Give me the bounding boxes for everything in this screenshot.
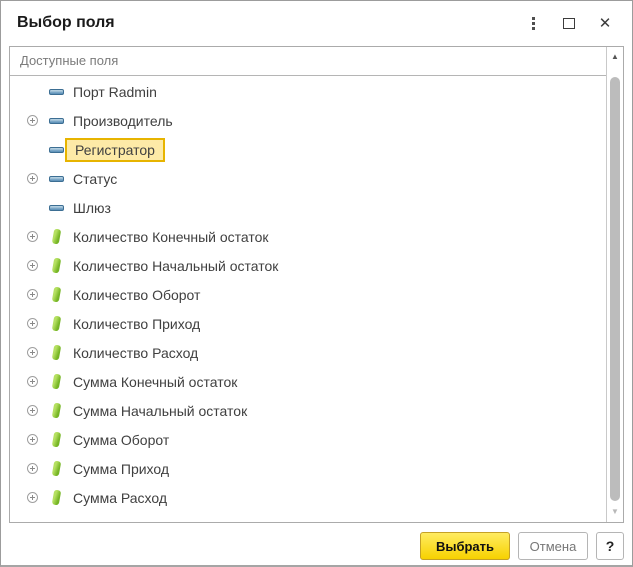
close-icon: ✕ <box>599 16 612 31</box>
resource-icon <box>51 287 60 303</box>
tree-item[interactable]: Производитель <box>10 106 606 135</box>
available-fields-header: Доступные поля <box>10 47 606 76</box>
expand-plus-icon[interactable] <box>27 231 38 242</box>
field-tree: Порт Radmin Производитель Регистратор Ст… <box>10 77 606 522</box>
tree-item-label: Количество Приход <box>73 316 200 332</box>
scroll-down-arrow-icon[interactable]: ▼ <box>607 505 623 519</box>
resource-icon <box>51 345 60 361</box>
tree-item-label: Количество Расход <box>73 345 198 361</box>
tree-item-label: Шлюз <box>73 200 111 216</box>
tree-item[interactable]: Количество Оборот <box>10 280 606 309</box>
resource-icon <box>51 490 60 506</box>
resource-icon <box>51 316 60 332</box>
more-menu-button[interactable] <box>520 11 546 35</box>
field-selection-dialog: Выбор поля ✕ Доступные поля Порт Radmin … <box>0 0 633 567</box>
dimension-icon <box>49 118 64 124</box>
expand-plus-icon[interactable] <box>27 405 38 416</box>
tree-item-label: Производитель <box>73 113 173 129</box>
resource-icon <box>51 461 60 477</box>
scroll-up-arrow-icon[interactable]: ▲ <box>607 50 623 64</box>
expand-plus-icon[interactable] <box>27 463 38 474</box>
select-button[interactable]: Выбрать <box>420 532 510 560</box>
expand-plus-icon[interactable] <box>27 376 38 387</box>
scrollbar-thumb[interactable] <box>610 77 620 501</box>
tree-item[interactable]: Сумма Конечный остаток <box>10 367 606 396</box>
tree-item[interactable]: Сумма Приход <box>10 454 606 483</box>
resource-icon <box>51 374 60 390</box>
tree-item-label: Количество Начальный остаток <box>73 258 278 274</box>
tree-item-label: Порт Radmin <box>73 84 157 100</box>
expand-plus-icon[interactable] <box>27 173 38 184</box>
tree-item-label: Количество Оборот <box>73 287 200 303</box>
dialog-title: Выбор поля <box>17 14 520 32</box>
maximize-icon <box>563 18 575 29</box>
resource-icon <box>51 432 60 448</box>
close-button[interactable]: ✕ <box>592 11 618 35</box>
kebab-menu-icon <box>532 17 535 30</box>
tree-item[interactable]: Сумма Оборот <box>10 425 606 454</box>
tree-item[interactable]: Количество Расход <box>10 338 606 367</box>
tree-item-label: Количество Конечный остаток <box>73 229 269 245</box>
resource-icon <box>51 403 60 419</box>
tree-item-label: Сумма Конечный остаток <box>73 374 237 390</box>
tree-item[interactable]: Регистратор <box>10 135 606 164</box>
dimension-icon <box>49 89 64 95</box>
expand-plus-icon[interactable] <box>27 289 38 300</box>
tree-item-label: Сумма Приход <box>73 461 169 477</box>
tree-item[interactable]: Количество Начальный остаток <box>10 251 606 280</box>
maximize-button[interactable] <box>556 11 582 35</box>
dimension-icon <box>49 147 64 153</box>
help-button[interactable]: ? <box>596 532 624 560</box>
scrollbar[interactable]: ▲ ▼ <box>606 47 623 522</box>
expand-plus-icon[interactable] <box>27 260 38 271</box>
tree-item-label: Сумма Начальный остаток <box>73 403 247 419</box>
dimension-icon <box>49 205 64 211</box>
tree-item[interactable]: Количество Приход <box>10 309 606 338</box>
tree-item[interactable]: Сумма Расход <box>10 483 606 512</box>
tree-item[interactable]: Количество Конечный остаток <box>10 222 606 251</box>
window-controls: ✕ <box>520 11 618 35</box>
tree-item-label: Регистратор <box>65 138 165 162</box>
expand-plus-icon[interactable] <box>27 492 38 503</box>
dimension-icon <box>49 176 64 182</box>
expand-plus-icon[interactable] <box>27 347 38 358</box>
tree-item-label: Сумма Расход <box>73 490 167 506</box>
expand-plus-icon[interactable] <box>27 318 38 329</box>
tree-item[interactable]: Статус <box>10 164 606 193</box>
tree-item-label: Статус <box>73 171 117 187</box>
resource-icon <box>51 229 60 245</box>
tree-item-label: Сумма Оборот <box>73 432 169 448</box>
tree-item[interactable]: Порт Radmin <box>10 77 606 106</box>
titlebar: Выбор поля ✕ <box>1 1 632 45</box>
cancel-button[interactable]: Отмена <box>518 532 588 560</box>
dialog-footer: Выбрать Отмена ? <box>420 532 624 560</box>
expand-plus-icon[interactable] <box>27 434 38 445</box>
resource-icon <box>51 258 60 274</box>
available-fields-panel: Доступные поля Порт Radmin Производитель… <box>9 46 624 523</box>
tree-item[interactable]: Сумма Начальный остаток <box>10 396 606 425</box>
expand-plus-icon[interactable] <box>27 115 38 126</box>
tree-item[interactable]: Шлюз <box>10 193 606 222</box>
